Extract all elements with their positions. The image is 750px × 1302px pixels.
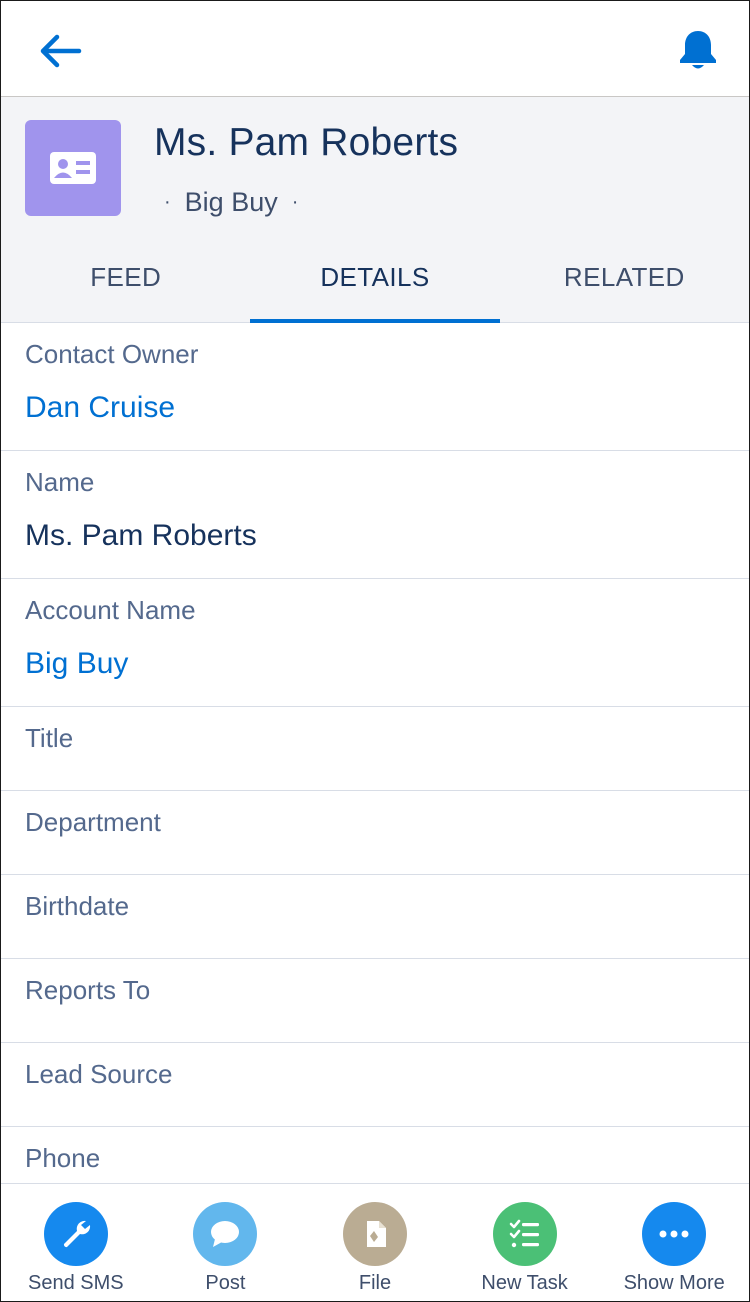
contact-owner-link[interactable]: Dan Cruise xyxy=(25,391,175,425)
action-label: Send SMS xyxy=(27,1272,124,1294)
arrow-left-icon xyxy=(39,34,83,73)
tab-details[interactable]: DETAILS xyxy=(250,232,500,323)
record-tabs: FEED DETAILS RELATED xyxy=(1,232,749,323)
action-label: Post xyxy=(205,1272,246,1294)
show-more-button[interactable]: Show More xyxy=(599,1184,749,1301)
field-label: Birthdate xyxy=(25,891,130,921)
field-label: Contact Owner xyxy=(25,339,199,369)
field-contact-owner: Contact Owner Dan Cruise xyxy=(1,323,749,451)
post-button[interactable]: Post xyxy=(151,1184,301,1301)
field-title: Title xyxy=(1,707,749,791)
action-label: File xyxy=(358,1272,392,1294)
record-account-link[interactable]: Big Buy xyxy=(185,187,278,218)
more-dots-icon xyxy=(642,1202,707,1266)
action-label: Show More xyxy=(623,1272,725,1294)
details-list: Contact Owner Dan Cruise Name Ms. Pam Ro… xyxy=(1,323,749,1211)
file-icon xyxy=(342,1202,407,1266)
contact-card-icon xyxy=(25,120,121,216)
subtitle-separator: · xyxy=(291,191,299,213)
wrench-icon xyxy=(43,1202,108,1266)
action-label: New Task xyxy=(481,1272,568,1294)
field-label: Lead Source xyxy=(25,1059,173,1089)
record-subtitle: · Big Buy · xyxy=(164,187,298,218)
field-lead-source: Lead Source xyxy=(1,1043,749,1127)
tab-related[interactable]: RELATED xyxy=(500,232,749,322)
field-reports-to: Reports To xyxy=(1,959,749,1043)
top-nav-bar xyxy=(1,1,749,97)
name-value: Ms. Pam Roberts xyxy=(25,519,257,552)
field-account-name: Account Name Big Buy xyxy=(1,579,749,707)
tab-feed[interactable]: FEED xyxy=(1,232,250,322)
record-header: Ms. Pam Roberts · Big Buy · FEED DETAILS… xyxy=(1,97,749,323)
account-name-link[interactable]: Big Buy xyxy=(25,647,128,681)
field-label: Account Name xyxy=(25,595,196,625)
action-bar: Send SMS Post File New Task Show More xyxy=(1,1183,749,1301)
field-label: Department xyxy=(25,807,161,837)
record-title: Ms. Pam Roberts xyxy=(154,121,459,164)
field-label: Reports To xyxy=(25,975,151,1005)
bell-icon xyxy=(677,28,719,77)
field-department: Department xyxy=(1,791,749,875)
field-name: Name Ms. Pam Roberts xyxy=(1,451,749,579)
field-label: Title xyxy=(25,723,74,753)
subtitle-separator: · xyxy=(164,191,171,213)
screen: Ms. Pam Roberts · Big Buy · FEED DETAILS… xyxy=(0,0,750,1302)
field-birthdate: Birthdate xyxy=(1,875,749,959)
back-button[interactable] xyxy=(37,31,85,75)
task-list-icon xyxy=(492,1202,557,1266)
send-sms-button[interactable]: Send SMS xyxy=(1,1184,151,1301)
field-label: Phone xyxy=(25,1143,101,1173)
field-label: Name xyxy=(25,467,95,497)
new-task-button[interactable]: New Task xyxy=(450,1184,600,1301)
notifications-button[interactable] xyxy=(675,29,721,75)
chat-bubble-icon xyxy=(193,1202,258,1266)
file-button[interactable]: File xyxy=(300,1184,450,1301)
